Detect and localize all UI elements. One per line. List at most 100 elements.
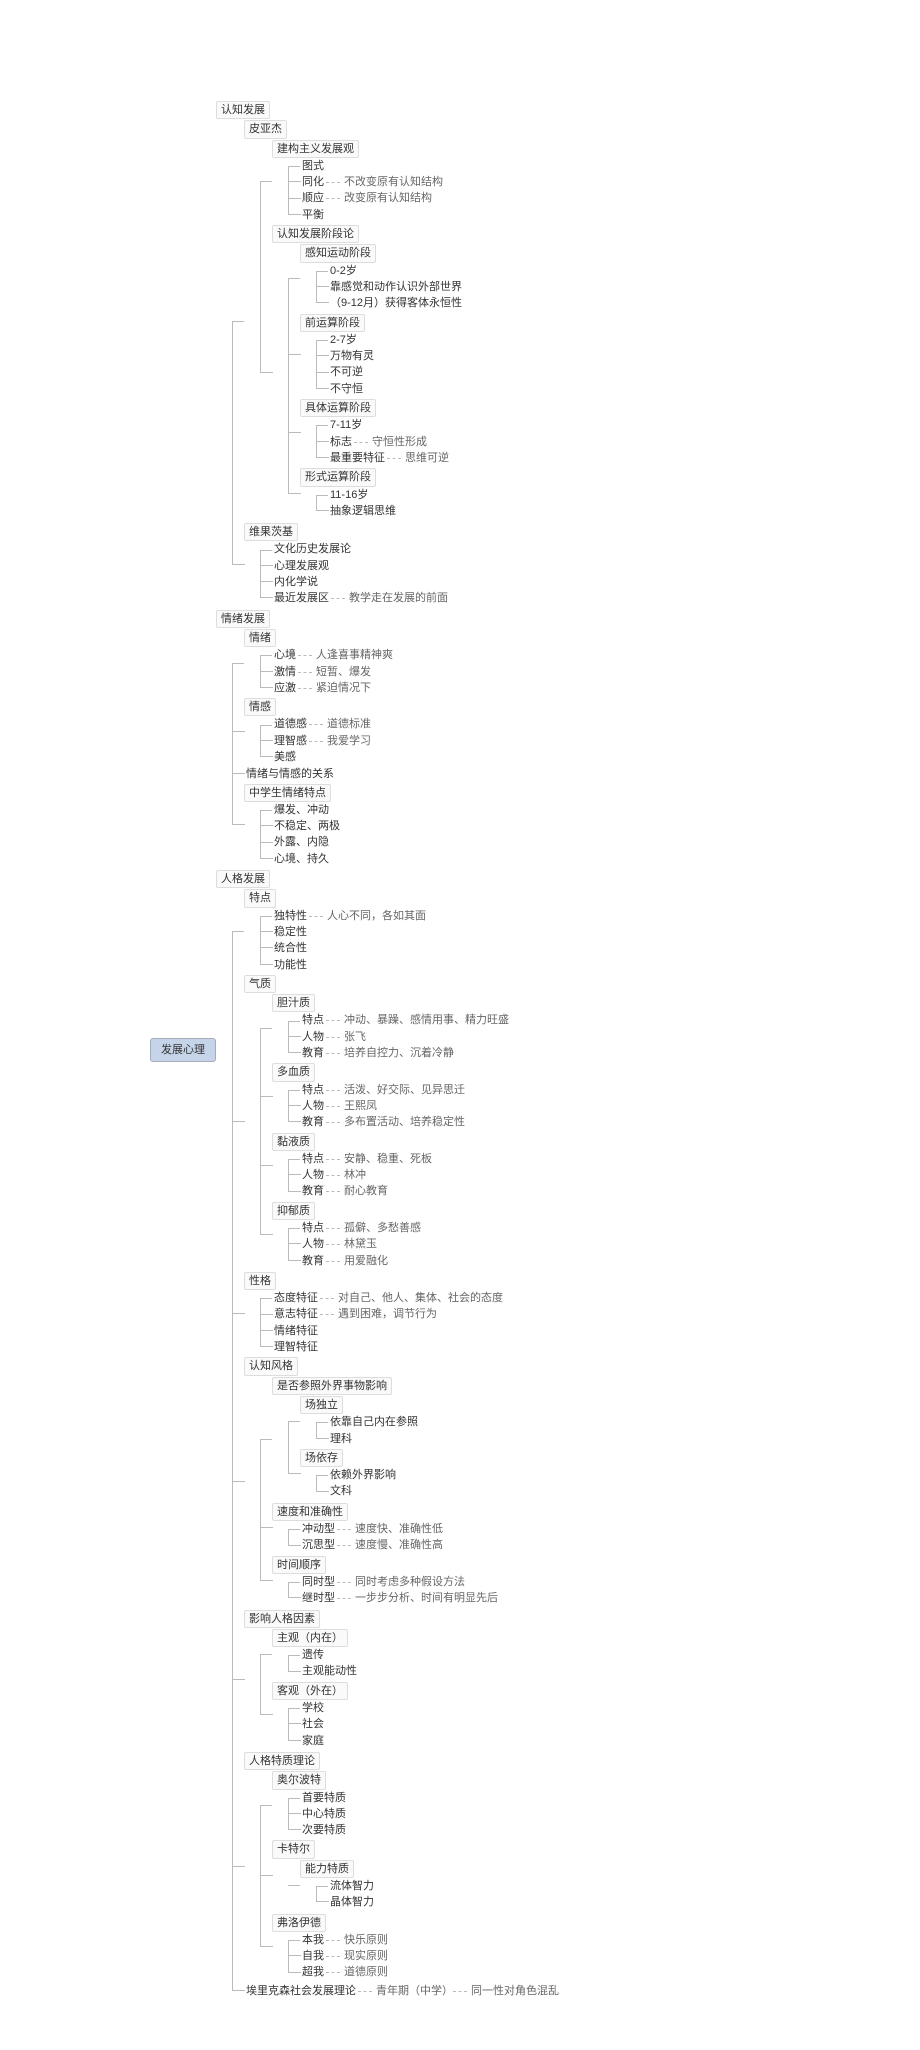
note: 张飞 — [326, 1031, 366, 1043]
leaf: 中心特质 — [300, 1807, 348, 1821]
leaf: 爆发、冲动 — [272, 803, 331, 817]
leaf: 独特性 — [272, 909, 309, 923]
leaf: 不可逆 — [328, 365, 365, 379]
node-personality: 人格发展 — [216, 870, 270, 888]
leaf: 本我 — [300, 1933, 326, 1947]
note: 道德原则 — [326, 1966, 388, 1978]
node-constructivism: 建构主义发展观 — [272, 140, 359, 158]
note: 对自己、他人、集体、社会的态度 — [320, 1292, 503, 1304]
node-ability-trait: 能力特质 — [300, 1860, 354, 1878]
node-trait-theory: 人格特质理论 — [244, 1752, 320, 1770]
node-emotion-relation: 情绪与情感的关系 — [244, 767, 336, 781]
node-cognitive-style: 认知风格 — [244, 1357, 298, 1375]
note: 改变原有认知结构 — [326, 192, 432, 204]
leaf: 内化学说 — [272, 575, 320, 589]
leaf: 特点 — [300, 1013, 326, 1027]
note: 速度慢、准确性高 — [337, 1539, 443, 1551]
note: 一步步分析、时间有明显先后 — [337, 1592, 498, 1604]
node-objective: 客观（外在） — [272, 1682, 348, 1700]
node-field-independent: 场独立 — [300, 1396, 343, 1414]
node-sanguine: 多血质 — [272, 1063, 315, 1081]
leaf: 人物 — [300, 1099, 326, 1113]
node-cognitive: 认知发展 — [216, 101, 270, 119]
leaf: 美感 — [272, 750, 298, 764]
leaf: 文化历史发展论 — [272, 542, 353, 556]
leaf: 人物 — [300, 1030, 326, 1044]
node-emotion: 情绪发展 — [216, 610, 270, 628]
leaf: 人物 — [300, 1237, 326, 1251]
leaf: 抽象逻辑思维 — [328, 504, 398, 518]
leaf: 靠感觉和动作认识外部世界 — [328, 280, 464, 294]
node-choleric: 胆汁质 — [272, 994, 315, 1012]
node-accommodation: 顺应 — [300, 191, 326, 205]
node-character: 性格 — [244, 1272, 276, 1290]
node-freud: 弗洛伊德 — [272, 1914, 326, 1932]
leaf: 万物有灵 — [328, 349, 376, 363]
leaf: 流体智力 — [328, 1879, 376, 1893]
leaf: 超我 — [300, 1965, 326, 1979]
leaf: 自我 — [300, 1949, 326, 1963]
branch-personality: 人格发展 特点 独特性人心不同，各如其面 稳定性 统合性 功能性 气质 胆汁质 — [216, 869, 559, 2000]
note: 王熙凤 — [326, 1100, 377, 1112]
note: 耐心教育 — [326, 1185, 388, 1197]
note: 安静、稳重、死板 — [326, 1153, 432, 1165]
leaf: 同时型 — [300, 1575, 337, 1589]
node-vygotsky: 维果茨基 — [244, 523, 298, 541]
leaf: 功能性 — [272, 958, 309, 972]
note: 速度快、准确性低 — [337, 1523, 443, 1535]
branch-emotion: 情绪发展 情绪 心境人逢喜事精神爽 激情短暂、爆发 应激紧迫情况下 情感 道德感… — [216, 609, 559, 869]
node-cattell: 卡特尔 — [272, 1840, 315, 1858]
note: 孤僻、多愁善感 — [326, 1222, 421, 1234]
leaf: 统合性 — [272, 941, 309, 955]
leaf: 首要特质 — [300, 1791, 348, 1805]
leaf: 文科 — [328, 1484, 354, 1498]
note: 人心不同，各如其面 — [309, 910, 426, 922]
note: 活泼、好交际、见异思迁 — [326, 1084, 465, 1096]
leaf: 最近发展区 — [272, 591, 331, 605]
note: 林黛玉 — [326, 1238, 377, 1250]
note: 思维可逆 — [387, 452, 449, 464]
node-allport: 奥尔波特 — [272, 1771, 326, 1789]
note: 同时考虑多种假设方法 — [337, 1576, 465, 1588]
leaf: 心理发展观 — [272, 559, 331, 573]
leaf: 11-16岁 — [328, 488, 370, 502]
leaf: 特点 — [300, 1221, 326, 1235]
leaf: 不守恒 — [328, 382, 365, 396]
note: 青年期（中学） — [358, 1985, 453, 1997]
node-ms-emotion: 中学生情绪特点 — [244, 784, 331, 802]
leaf: 社会 — [300, 1717, 326, 1731]
leaf: 依赖外界影响 — [328, 1468, 398, 1482]
note: 不改变原有认知结构 — [326, 176, 443, 188]
node-field-dependent: 场依存 — [300, 1449, 343, 1467]
leaf: 道德感 — [272, 717, 309, 731]
leaf: 0-2岁 — [328, 264, 359, 278]
node-assimilation: 同化 — [300, 175, 326, 189]
leaf: 特点 — [300, 1152, 326, 1166]
node-subjective: 主观（内在） — [272, 1629, 348, 1647]
note: 我爱学习 — [309, 735, 371, 747]
leaf: 态度特征 — [272, 1291, 320, 1305]
node-influence: 影响人格因素 — [244, 1610, 320, 1628]
node-mood: 情绪 — [244, 629, 276, 647]
root-node: 发展心理 — [150, 1038, 216, 1062]
leaf: 理智感 — [272, 734, 309, 748]
leaf: 继时型 — [300, 1591, 337, 1605]
leaf: 家庭 — [300, 1734, 326, 1748]
node-equilibrium: 平衡 — [300, 208, 326, 222]
leaf: 意志特征 — [272, 1307, 320, 1321]
leaf: 理科 — [328, 1432, 354, 1446]
leaf: 冲动型 — [300, 1522, 337, 1536]
note: 快乐原则 — [326, 1934, 388, 1946]
leaf: 教育 — [300, 1046, 326, 1060]
leaf: 教育 — [300, 1254, 326, 1268]
note: 同一性对角色混乱 — [453, 1985, 559, 1997]
leaf: 教育 — [300, 1184, 326, 1198]
leaf: 情绪特征 — [272, 1324, 320, 1338]
leaf: 激情 — [272, 665, 298, 679]
leaf: 心境、持久 — [272, 852, 331, 866]
node-feeling: 情感 — [244, 698, 276, 716]
leaf: 应激 — [272, 681, 298, 695]
node-preoperational: 前运算阶段 — [300, 314, 365, 332]
mindmap-root-container: 发展心理 认知发展 皮亚杰 建构主义发展观 图式 同化不改变原有认知结构 顺应改… — [150, 100, 920, 2000]
note: 人逢喜事精神爽 — [298, 649, 393, 661]
